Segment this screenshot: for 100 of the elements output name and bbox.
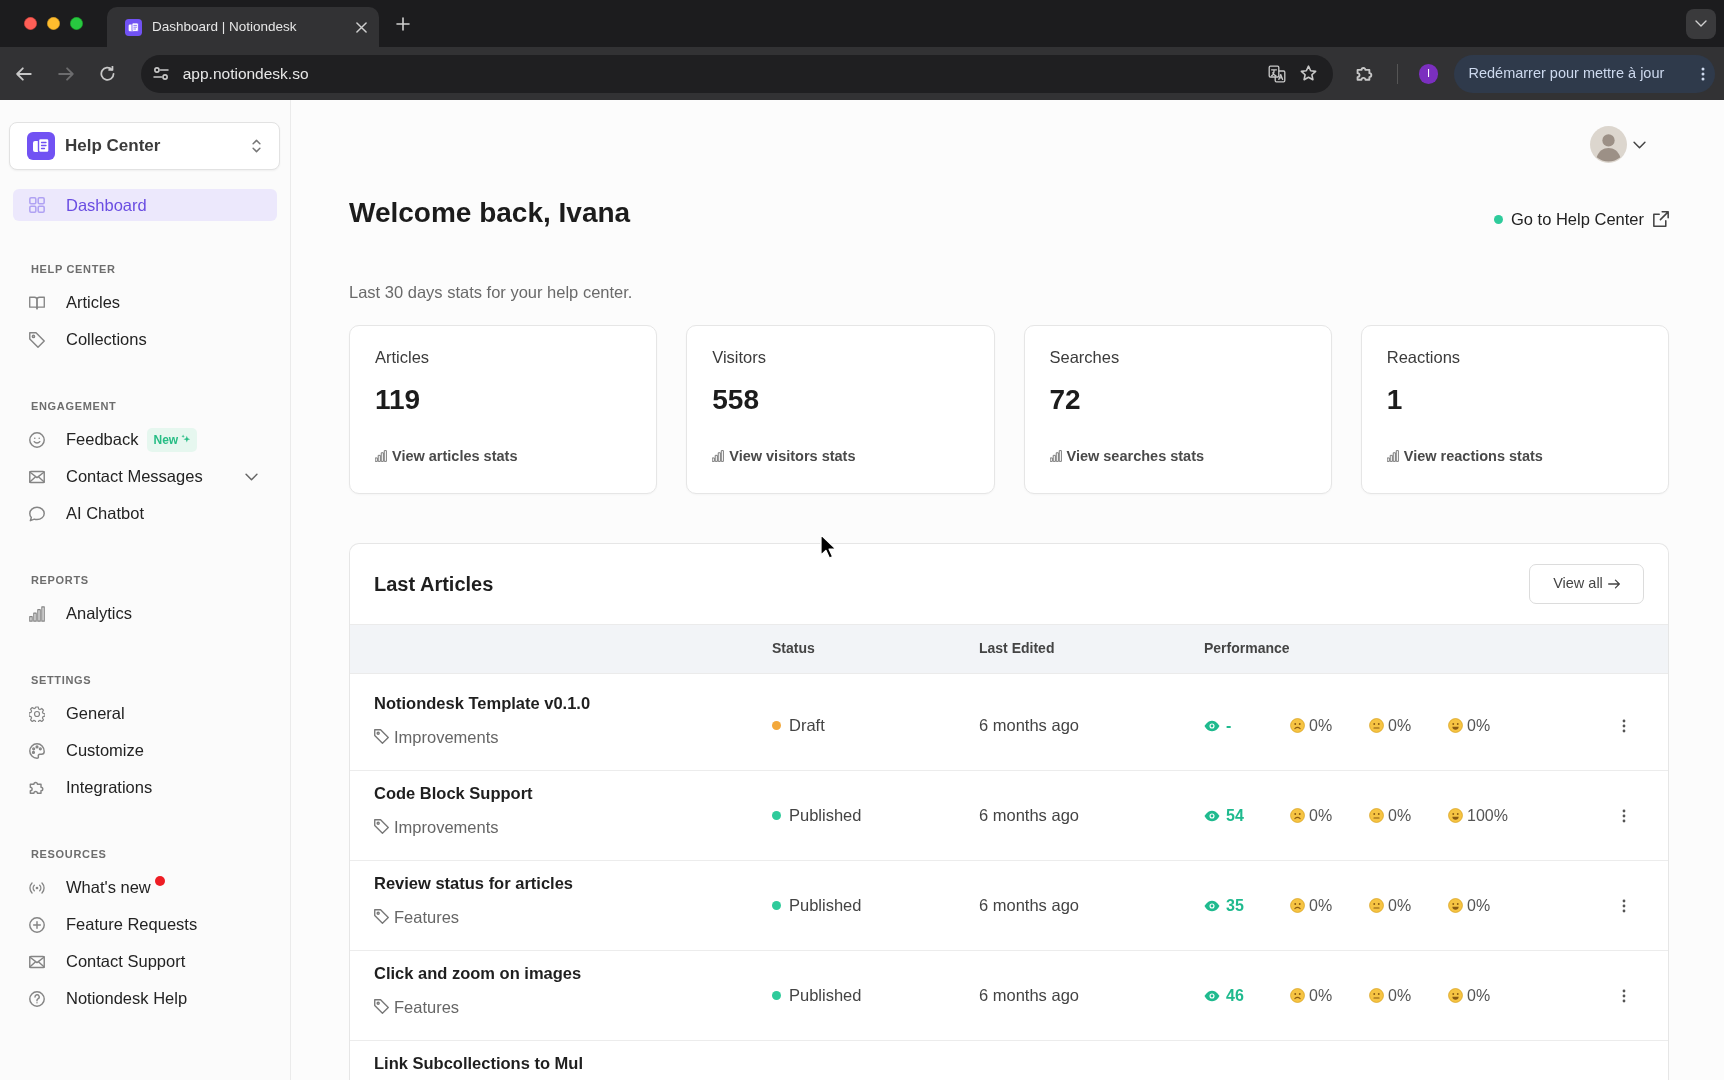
grinning-face-icon [1448, 898, 1463, 914]
window-close-icon[interactable] [24, 17, 37, 30]
bar-chart-icon [1386, 450, 1399, 463]
sidebar-item[interactable]: Articles [13, 284, 277, 321]
address-bar[interactable]: app.notiondesk.so [140, 54, 1333, 93]
last-edited-text: 6 months ago [979, 715, 1079, 737]
sidebar-item[interactable]: Analytics [13, 595, 277, 632]
more-options-icon[interactable] [1622, 988, 1626, 1003]
sidebar-item[interactable]: General [13, 695, 277, 732]
plus-circle-icon [29, 916, 45, 933]
bar-chart-icon [712, 450, 725, 463]
close-icon[interactable] [356, 21, 367, 33]
chevron-down-icon [1695, 20, 1707, 27]
stat-link[interactable]: View articles stats [375, 446, 518, 466]
sidebar-item[interactable]: Collections [13, 321, 277, 358]
stat-link[interactable]: View reactions stats [1386, 446, 1543, 466]
section-heading: RESOURCES [30, 847, 108, 861]
translate-icon[interactable] [1267, 64, 1286, 83]
stat-link[interactable]: View searches stats [1049, 446, 1205, 466]
tag-icon [374, 819, 389, 835]
tag-icon [374, 999, 389, 1015]
grid-icon [29, 197, 45, 213]
window-zoom-icon[interactable] [70, 17, 83, 30]
status-label: Draft [789, 715, 825, 737]
account-menu-button[interactable] [1590, 126, 1646, 163]
reload-icon[interactable] [99, 66, 115, 81]
views-count: 35 [1226, 895, 1244, 916]
stat-label: Visitors [712, 346, 768, 367]
section-heading: SETTINGS [30, 673, 93, 687]
view-all-button[interactable]: View all [1529, 563, 1644, 604]
browser-tab[interactable]: Dashboard | Notiondesk [107, 7, 379, 47]
tag-icon [374, 729, 389, 745]
sidebar-item[interactable]: What's new [13, 869, 277, 906]
puzzle-piece-icon [29, 779, 45, 796]
back-arrow-icon[interactable] [16, 66, 32, 81]
card-title: Last Articles [374, 571, 494, 596]
tab-list-button[interactable] [1686, 8, 1716, 39]
status-label: Published [789, 985, 862, 1007]
help-center-link[interactable]: Go to Help Center [1494, 207, 1669, 232]
reaction-percent: 0% [1467, 985, 1491, 1006]
envelope-icon [29, 468, 45, 485]
stat-link[interactable]: View visitors stats [712, 446, 856, 466]
sad-face-icon [1290, 898, 1305, 914]
workspace-selector[interactable]: Help Center [9, 122, 280, 170]
window-minimize-icon[interactable] [47, 17, 60, 30]
sidebar-item[interactable]: Dashboard [13, 189, 277, 221]
sidebar-item[interactable]: Notiondesk Help [13, 980, 277, 1017]
sidebar-item[interactable]: Contact Messages [13, 458, 277, 495]
grinning-face-icon [1448, 808, 1463, 824]
views-count: 54 [1226, 805, 1244, 826]
update-button[interactable]: Redémarrer pour mettre à jour [1454, 54, 1715, 93]
plus-icon[interactable] [396, 16, 410, 31]
reaction-percent: 0% [1388, 895, 1412, 916]
bookmark-star-icon[interactable] [1299, 65, 1317, 82]
article-title[interactable]: Code Block Support [374, 783, 533, 802]
more-options-icon[interactable] [1622, 808, 1626, 823]
section-heading: HELP CENTER [30, 262, 117, 276]
article-title[interactable]: Review status for articles [374, 873, 573, 892]
reaction-percent: 0% [1309, 805, 1333, 826]
views-count: 46 [1226, 985, 1244, 1006]
grinning-face-icon [1448, 718, 1463, 734]
book-icon [29, 294, 45, 311]
neutral-face-icon [1369, 718, 1384, 734]
neutral-face-icon [1369, 808, 1384, 824]
reaction-percent: 0% [1388, 805, 1412, 826]
sidebar-item[interactable]: Customize [13, 732, 277, 769]
tag-icon [29, 331, 45, 348]
profile-button[interactable]: I [1418, 63, 1439, 84]
last-edited-text: 6 months ago [979, 895, 1079, 917]
reaction-percent: 0% [1388, 985, 1412, 1006]
stat-label: Articles [375, 346, 431, 367]
sidebar-item[interactable]: Feature Requests [13, 906, 277, 943]
more-options-icon[interactable] [1622, 898, 1626, 913]
more-options-icon[interactable] [1622, 718, 1626, 733]
app-logo-icon [27, 132, 55, 160]
chevron-down-icon [1633, 140, 1646, 149]
article-title[interactable]: Notiondesk Template v0.1.0 [374, 693, 591, 712]
puzzle-piece-icon[interactable] [1355, 65, 1374, 82]
sidebar-item[interactable]: Feedback New [13, 421, 277, 458]
reaction-percent: 100% [1467, 805, 1508, 826]
grinning-face-icon [1448, 988, 1463, 1004]
eye-icon [1204, 719, 1220, 732]
sidebar-item[interactable]: Integrations [13, 769, 277, 806]
section-heading: ENGAGEMENT [30, 399, 118, 413]
envelope-icon [29, 953, 45, 970]
bar-chart-icon [375, 450, 387, 463]
site-settings-icon[interactable] [152, 67, 169, 80]
reaction-percent: 0% [1388, 715, 1412, 736]
eye-icon [1204, 989, 1220, 1002]
status-label: Published [789, 895, 862, 917]
avatar-icon [1590, 126, 1627, 163]
stat-value: 72 [1049, 382, 1082, 417]
sidebar-item[interactable]: AI Chatbot [13, 495, 277, 532]
new-label: New [153, 431, 179, 449]
article-title[interactable]: Click and zoom on images [374, 963, 582, 982]
more-vertical-icon[interactable] [1701, 66, 1705, 81]
sidebar-item[interactable]: Contact Support [13, 943, 277, 980]
article-category: Improvements [394, 816, 499, 838]
article-title[interactable]: Link Subcollections to Mul [374, 1053, 583, 1072]
reaction-percent: 0% [1467, 715, 1491, 736]
